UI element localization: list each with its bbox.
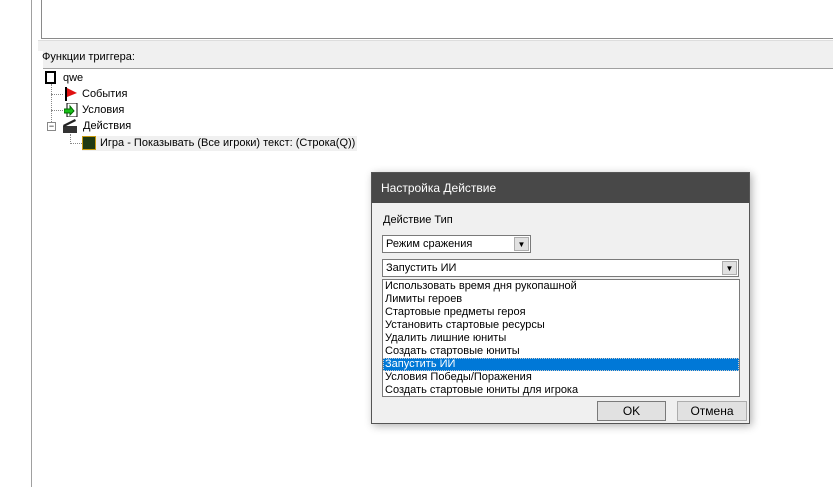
collapse-icon[interactable]: − [47,122,56,131]
list-item[interactable]: Создать стартовые юниты для игрока [383,384,739,397]
game-action-icon [82,136,96,150]
chevron-down-icon[interactable]: ▼ [722,261,737,275]
category-select[interactable]: Режим сражения ▼ [382,235,531,253]
list-item[interactable]: Стартовые предметы героя [383,306,739,319]
trigger-comment-box[interactable] [41,0,833,39]
tree-line [70,143,82,144]
action-config-dialog: Настройка Действие Действие Тип Режим ср… [371,172,750,424]
list-item[interactable]: Условия Победы/Поражения [383,371,739,384]
trigger-functions-label: Функции триггера: [42,51,135,63]
action-options-list[interactable]: Использовать время дня рукопашной Лимиты … [382,279,740,397]
tree-line [51,110,63,111]
tree-node-action-item[interactable]: Игра - Показывать (Все игроки) текст: (С… [82,136,358,151]
document-icon [45,71,56,84]
panel-divider [31,0,32,487]
list-item[interactable]: Запустить ИИ [383,358,739,371]
splitter[interactable] [38,40,833,51]
trigger-functions-header [43,51,833,69]
dialog-title: Настройка Действие [372,173,749,203]
ok-button[interactable]: OK [597,401,666,421]
list-item[interactable]: Установить стартовые ресурсы [383,319,739,332]
action-type-label: Действие Тип [383,214,453,226]
list-item[interactable]: Создать стартовые юниты [383,345,739,358]
list-item[interactable]: Использовать время дня рукопашной [383,280,739,293]
conditions-icon [63,102,78,118]
chevron-down-icon[interactable]: ▼ [514,237,529,251]
flag-icon [64,87,78,101]
clapperboard-icon [63,119,77,133]
list-item[interactable]: Лимиты героев [383,293,739,306]
cancel-button[interactable]: Отмена [677,401,747,421]
action-select[interactable]: Запустить ИИ ▼ [382,259,739,277]
tree-line [51,94,63,95]
list-item[interactable]: Удалить лишние юниты [383,332,739,345]
